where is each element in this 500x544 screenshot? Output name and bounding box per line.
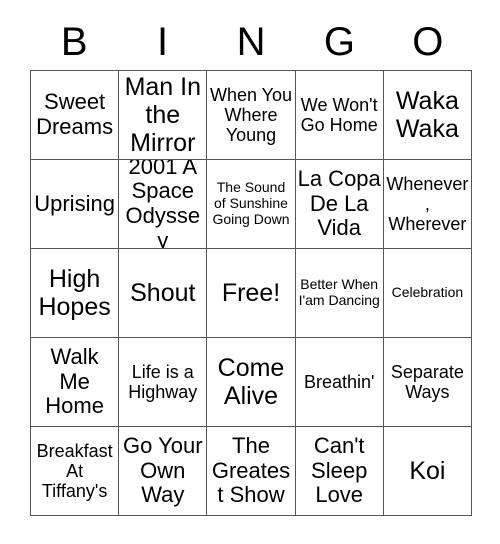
bingo-cell-label: La Copa De La Vida: [297, 166, 381, 241]
bingo-header: B I N G O: [30, 14, 472, 70]
bingo-grid: Sweet Dreams Man In the Mirror When You …: [30, 70, 472, 516]
bingo-cell-label: Man In the Mirror: [124, 73, 201, 157]
bingo-cell-r3c1[interactable]: High Hopes: [31, 249, 120, 338]
bingo-cell-label: Whenever, Wherever: [386, 173, 469, 235]
bingo-cell-r2c3[interactable]: The Sound of Sunshine Going Down: [207, 160, 296, 249]
bingo-cell-label: The Sound of Sunshine Going Down: [212, 179, 290, 227]
bingo-cell-r1c3[interactable]: When You Where Young: [207, 71, 296, 160]
bingo-cell-label: Celebration: [391, 284, 464, 301]
bingo-cell-label: Uprising: [34, 190, 115, 216]
bingo-cell-r4c2[interactable]: Life is a Highway: [119, 338, 208, 427]
bingo-cell-label: When You Where Young: [209, 84, 293, 146]
bingo-cell-r1c2[interactable]: Man In the Mirror: [119, 71, 208, 160]
bingo-cell-label: Separate Ways: [390, 361, 464, 402]
bingo-card: B I N G O Sweet Dreams Man In the Mirror…: [0, 0, 500, 544]
bingo-header-letter-n: N: [236, 20, 266, 64]
bingo-cell-label: We Won't Go Home: [300, 94, 378, 135]
bingo-cell-label: Walk Me Home: [45, 344, 104, 419]
bingo-cell-label: The Greatest Show: [211, 433, 291, 508]
bingo-cell-label: Sweet Dreams: [36, 89, 114, 139]
bingo-cell-r3c2[interactable]: Shout: [119, 249, 208, 338]
bingo-cell-label: Can't Sleep Love: [311, 433, 368, 508]
bingo-cell-label: Free!: [221, 279, 281, 307]
bingo-cell-label: Come Alive: [217, 354, 285, 410]
bingo-cell-r2c2[interactable]: 2001 A Space Odyssey: [119, 160, 208, 249]
bingo-cell-r2c5[interactable]: Whenever, Wherever: [383, 160, 472, 249]
bingo-cell-r5c4[interactable]: Can't Sleep Love: [295, 427, 384, 516]
bingo-cell-label: High Hopes: [38, 265, 111, 321]
bingo-cell-r5c1[interactable]: Breakfast At Tiffany's: [31, 427, 120, 516]
bingo-cell-label: Breakfast At Tiffany's: [36, 440, 113, 502]
bingo-cell-r2c1[interactable]: Uprising: [31, 160, 120, 249]
bingo-cell-r3c4[interactable]: Better When I'am Dancing: [295, 249, 384, 338]
bingo-header-letter-g: G: [323, 20, 355, 64]
bingo-cell-r1c1[interactable]: Sweet Dreams: [31, 71, 120, 160]
bingo-cell-label: Waka Waka: [395, 87, 459, 143]
bingo-cell-label: Better When I'am Dancing: [298, 276, 380, 308]
bingo-cell-r5c3[interactable]: The Greatest Show: [207, 427, 296, 516]
bingo-cell-label: 2001 A Space Odyssey: [125, 160, 201, 249]
bingo-cell-r2c4[interactable]: La Copa De La Vida: [295, 160, 384, 249]
bingo-cell-label: Koi: [409, 457, 446, 485]
bingo-cell-r4c5[interactable]: Separate Ways: [383, 338, 472, 427]
bingo-cell-label: Life is a Highway: [128, 361, 198, 402]
bingo-cell-r3c5[interactable]: Celebration: [383, 249, 472, 338]
bingo-header-letter-b: B: [60, 20, 88, 64]
bingo-cell-r5c2[interactable]: Go Your Own Way: [119, 427, 208, 516]
bingo-cell-r4c1[interactable]: Walk Me Home: [31, 338, 120, 427]
bingo-header-letter-i: I: [157, 20, 169, 64]
bingo-cell-r4c4[interactable]: Breathin': [295, 338, 384, 427]
bingo-cell-r3c3[interactable]: Free!: [207, 249, 296, 338]
bingo-cell-r5c5[interactable]: Koi: [383, 427, 472, 516]
bingo-cell-r4c3[interactable]: Come Alive: [207, 338, 296, 427]
bingo-cell-r1c5[interactable]: Waka Waka: [383, 71, 472, 160]
bingo-cell-label: Shout: [130, 279, 196, 307]
bingo-cell-label: Go Your Own Way: [123, 433, 203, 508]
bingo-header-letter-o: O: [412, 20, 444, 64]
bingo-cell-label: Breathin': [303, 371, 375, 392]
bingo-cell-r1c4[interactable]: We Won't Go Home: [295, 71, 384, 160]
